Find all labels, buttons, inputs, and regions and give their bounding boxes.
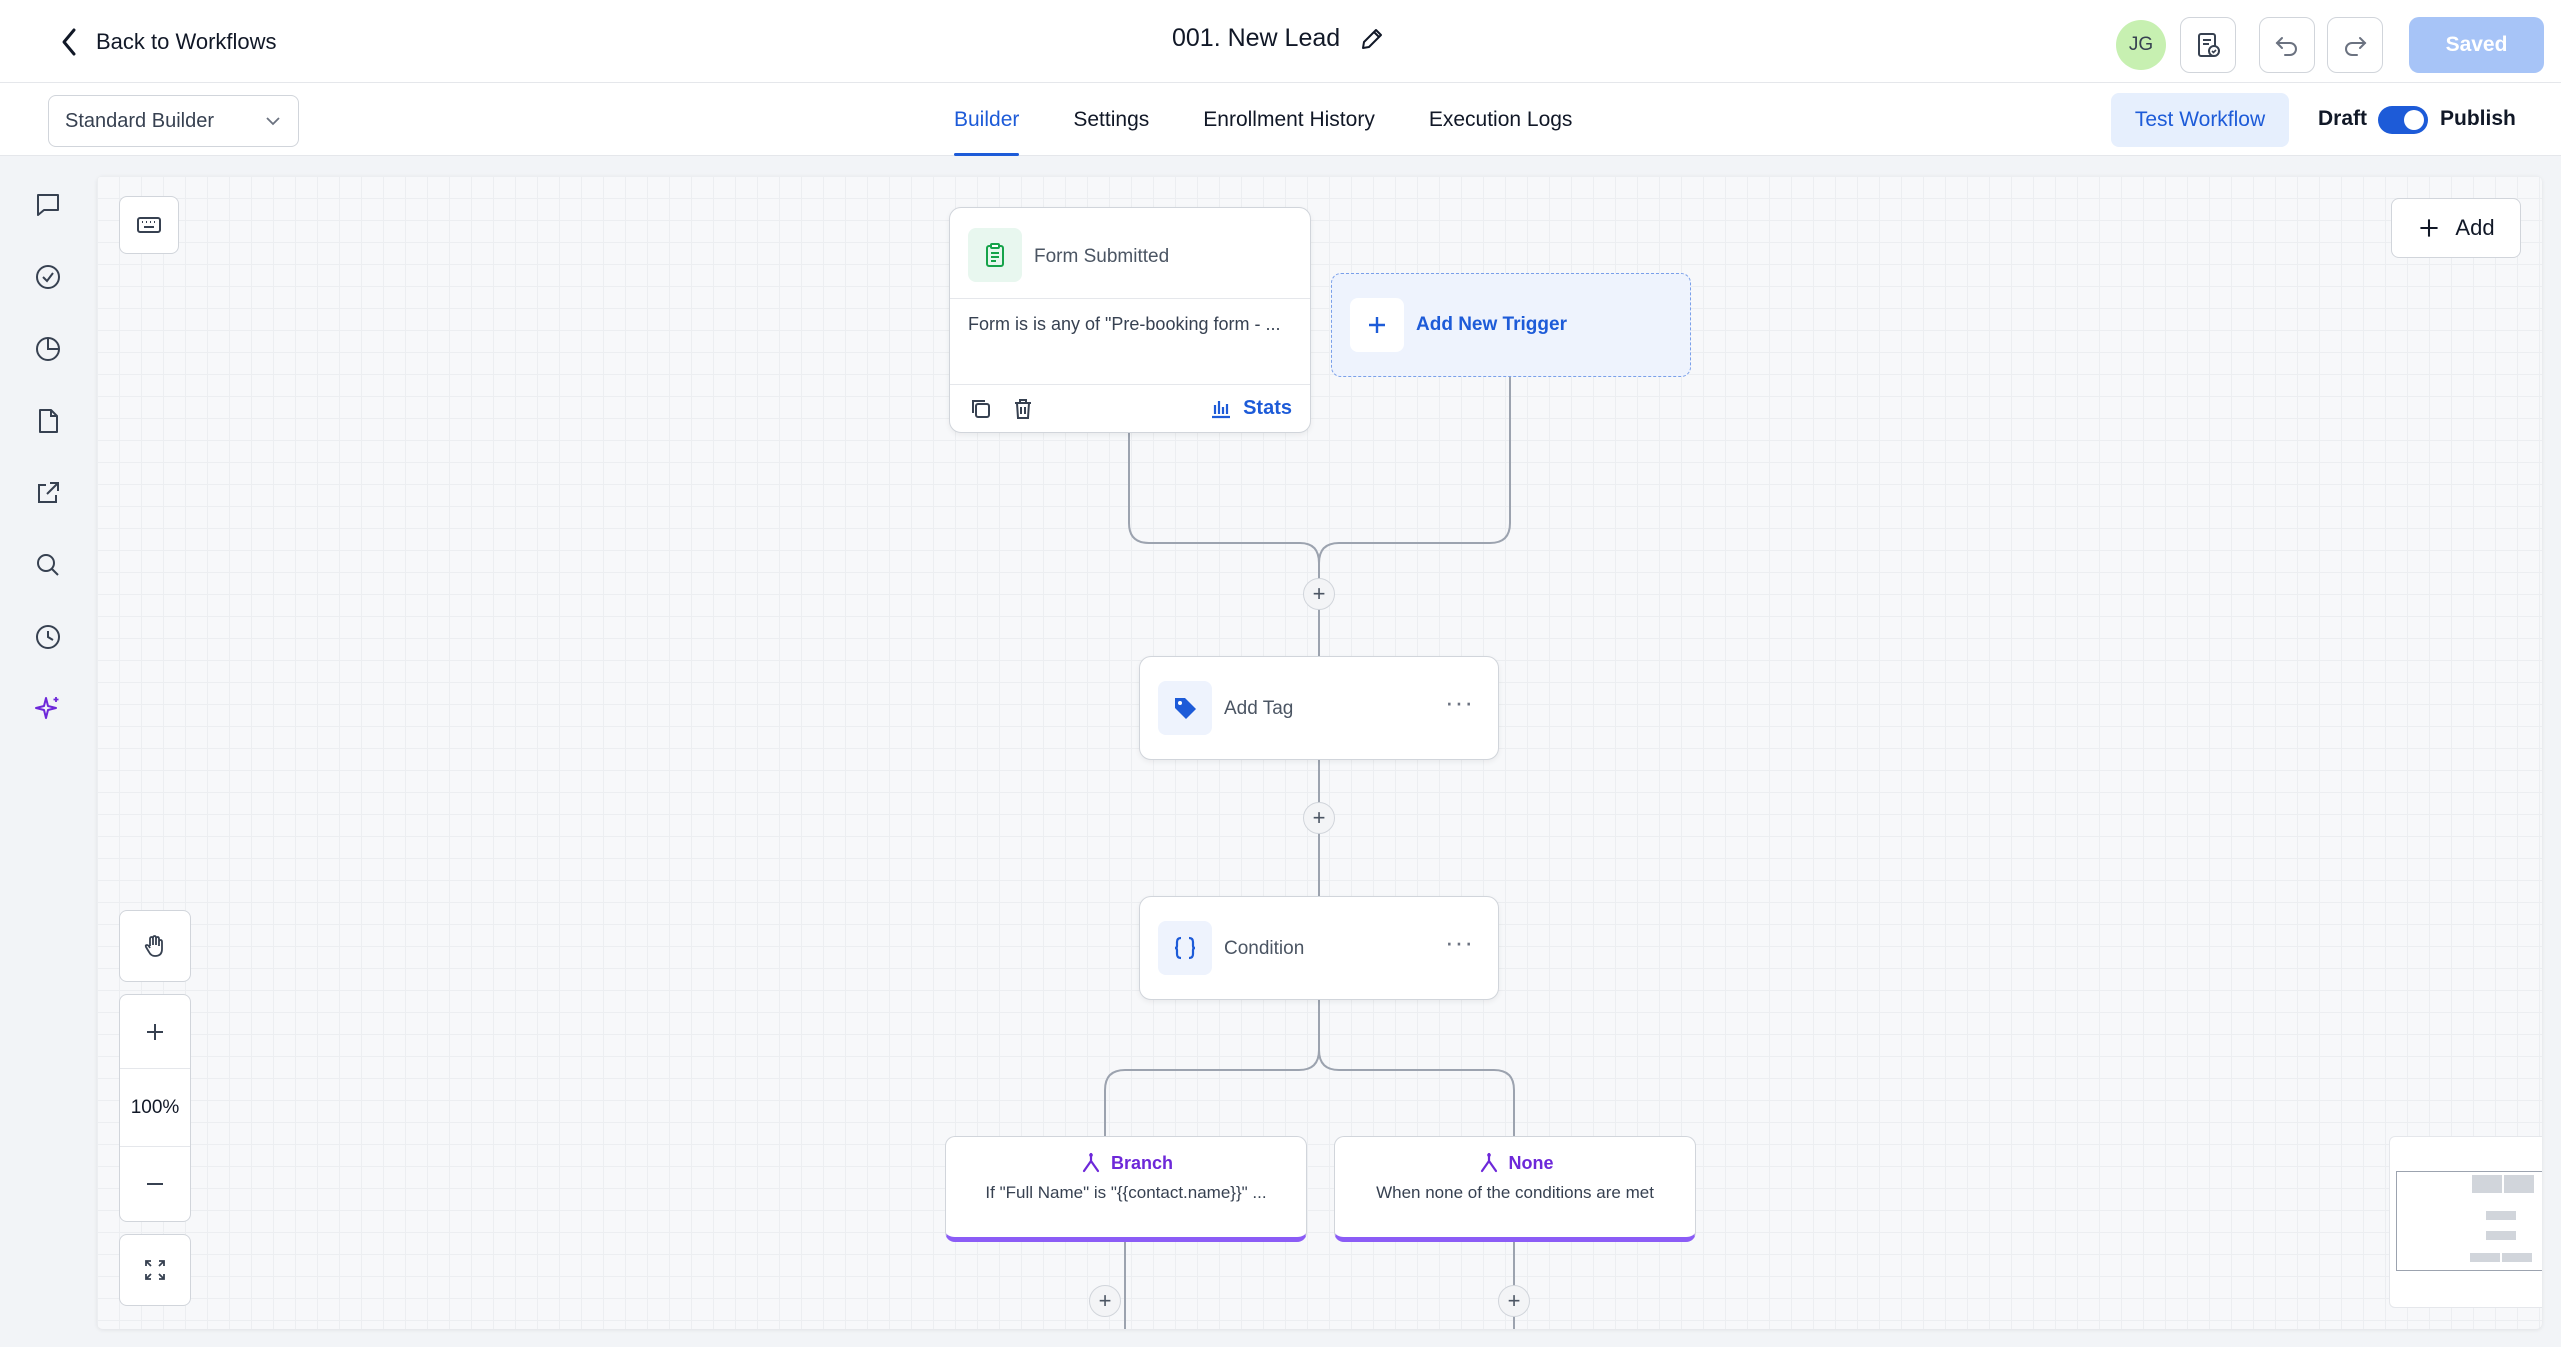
stats-label: Stats [1243,396,1292,419]
expand-icon [145,1260,165,1280]
zoom-level: 100% [120,1069,190,1147]
plus-icon [1350,298,1404,352]
branch-description: If "Full Name" is "{{contact.name}}" ... [985,1183,1267,1202]
trigger-title: Form Submitted [1034,246,1170,267]
trash-icon[interactable] [1010,396,1036,422]
action-label: Condition [1224,938,1305,959]
branch-icon [1480,1152,1497,1173]
external-link-icon[interactable] [30,475,66,511]
plus-icon [147,1023,163,1040]
sub-bar: Standard Builder Builder Settings Enroll… [0,83,2561,156]
zoom-out-button[interactable] [120,1147,190,1221]
action-node-add-tag[interactable]: Add Tag ··· [1139,656,1499,760]
add-step-button[interactable]: + [1303,802,1335,834]
branch-node[interactable]: Branch If "Full Name" is "{{contact.name… [945,1136,1307,1242]
back-to-workflows-link[interactable]: Back to Workflows [58,26,277,58]
pie-chart-icon[interactable] [30,331,66,367]
chevron-left-icon [62,28,76,56]
branch-title: Branch [1110,1152,1173,1173]
minus-icon [147,1183,163,1185]
test-workflow-button[interactable]: Test Workflow [2111,93,2289,147]
add-button[interactable]: Add [2391,198,2521,258]
minimap-node [2486,1231,2516,1240]
document-icon[interactable] [30,403,66,439]
copy-icon[interactable] [968,396,994,422]
back-label: Back to Workflows [96,29,277,54]
clipboard-icon [968,228,1022,282]
action-node-condition[interactable]: Condition ··· [1139,896,1499,1000]
sparkle-icon[interactable] [30,691,66,727]
action-label: Add Tag [1224,698,1294,719]
builder-select-value: Standard Builder [65,109,214,132]
workflow-title-text: 001. New Lead [1172,24,1341,52]
branch-icon [1082,1152,1100,1173]
divider [950,384,1310,385]
draft-label: Draft [2318,107,2368,130]
saved-button[interactable]: Saved [2409,17,2544,73]
more-options-icon[interactable]: ··· [1445,927,1474,958]
branch-description: When none of the conditions are met [1376,1183,1654,1202]
document-check-icon [2198,33,2220,57]
tab-settings[interactable]: Settings [1073,83,1149,156]
search-icon[interactable] [30,547,66,583]
tab-builder[interactable]: Builder [954,83,1020,156]
add-step-button[interactable]: + [1089,1285,1121,1317]
add-label: Add [2455,215,2495,240]
braces-icon [1158,921,1212,975]
redo-button[interactable] [2327,17,2383,73]
divider [950,298,1310,299]
tag-icon [1158,681,1212,735]
zoom-controls: 100% [119,994,191,1222]
stats-button[interactable]: Stats [1209,396,1292,420]
minimap-node [2486,1211,2516,1220]
check-circle-icon[interactable] [30,259,66,295]
minimap[interactable] [2389,1136,2542,1308]
undo-icon [2275,37,2297,56]
workflow-notes-button[interactable] [2180,17,2236,73]
tab-enrollment-history[interactable]: Enrollment History [1203,83,1375,156]
zoom-in-button[interactable] [120,995,190,1069]
add-step-button[interactable]: + [1498,1285,1530,1317]
workflow-canvas[interactable]: Add Form Submitted Form is is any of "Pr… [97,176,2542,1329]
chevron-down-icon [266,117,280,126]
chat-icon[interactable] [30,187,66,223]
minimap-node [2504,1175,2534,1193]
trigger-node-form-submitted[interactable]: Form Submitted Form is is any of "Pre-bo… [949,207,1311,433]
history-icon[interactable] [30,619,66,655]
tab-execution-logs[interactable]: Execution Logs [1429,83,1573,156]
avatar[interactable]: JG [2116,20,2166,70]
plus-icon [2420,219,2438,237]
pan-tool-button[interactable] [119,910,191,982]
keyboard-shortcuts-button[interactable] [119,196,179,254]
bar-chart-icon [1212,401,1231,419]
pencil-icon[interactable] [1358,25,1386,53]
fit-view-button[interactable] [119,1234,191,1306]
more-options-icon[interactable]: ··· [1445,687,1474,718]
add-new-trigger-label: Add New Trigger [1416,314,1567,335]
minimap-node [2502,1253,2532,1262]
keyboard-icon [137,217,161,233]
branch-title: None [1508,1152,1554,1173]
minimap-node [2472,1175,2502,1193]
top-bar: Back to Workflows 001. New Lead JG Saved [0,0,2561,83]
publish-toggle[interactable] [2378,106,2428,134]
minimap-node [2470,1253,2500,1262]
publish-label: Publish [2440,107,2516,130]
branch-node-none[interactable]: None When none of the conditions are met [1334,1136,1696,1242]
undo-button[interactable] [2259,17,2315,73]
hand-icon [144,935,163,957]
tab-bar: Builder Settings Enrollment History Exec… [954,83,1572,156]
add-new-trigger-button[interactable]: Add New Trigger [1331,273,1691,377]
workflow-title: 001. New Lead [1172,24,1386,53]
trigger-description: Form is is any of "Pre-booking form - ..… [968,314,1281,334]
redo-icon [2345,37,2367,56]
add-step-button[interactable]: + [1303,578,1335,610]
builder-select[interactable]: Standard Builder [48,95,299,147]
